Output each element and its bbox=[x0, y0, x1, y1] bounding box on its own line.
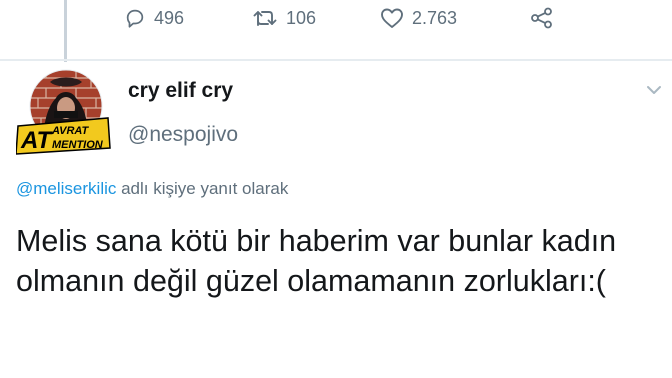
previous-tweet-actions: 496 106 2.763 bbox=[124, 0, 554, 36]
reply-mention-link[interactable]: @meliserkilic bbox=[16, 179, 116, 198]
tweet-text: Melis sana kötü bir haberim var bunlar k… bbox=[16, 224, 617, 298]
retweet-count: 106 bbox=[286, 7, 317, 28]
thread-line bbox=[64, 0, 67, 62]
display-name[interactable]: cry elif cry bbox=[128, 79, 233, 103]
avatar[interactable]: AT AVRAT MENTION bbox=[15, 68, 112, 156]
avatar-badge-left: AT bbox=[20, 127, 54, 154]
like-icon bbox=[381, 8, 403, 28]
retweet-button[interactable]: 106 bbox=[252, 7, 380, 29]
retweet-icon bbox=[253, 11, 277, 26]
chevron-down-icon[interactable] bbox=[646, 84, 662, 96]
avatar-badge-bottom: MENTION bbox=[52, 139, 104, 151]
like-count: 2.763 bbox=[412, 7, 458, 28]
avatar-badge-top: AVRAT bbox=[51, 125, 90, 137]
user-handle[interactable]: @nespojivo bbox=[128, 123, 238, 147]
reply-count: 496 bbox=[154, 7, 185, 28]
reply-button[interactable]: 496 bbox=[124, 7, 252, 29]
share-icon bbox=[531, 7, 552, 29]
share-button[interactable] bbox=[530, 7, 554, 29]
reply-context: @meliserkilic adlı kişiye yanıt olarak bbox=[16, 179, 288, 199]
reply-context-suffix: adlı kişiye yanıt olarak bbox=[116, 179, 289, 198]
like-button[interactable]: 2.763 bbox=[380, 7, 530, 29]
reply-icon bbox=[126, 9, 144, 28]
tweet-divider bbox=[0, 59, 672, 61]
